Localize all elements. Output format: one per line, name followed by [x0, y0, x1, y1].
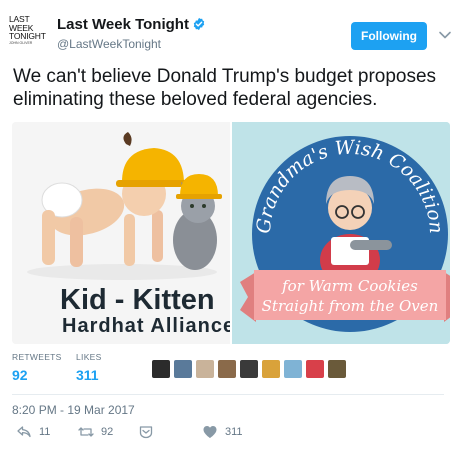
direct-message-icon[interactable]: [138, 424, 154, 440]
liker-avatar[interactable]: [196, 360, 214, 378]
avatar-subtext: JOHN OLIVER: [9, 40, 33, 45]
tweet-actions: 11 92 311: [12, 424, 442, 444]
likes-count[interactable]: 311: [76, 367, 102, 383]
verified-badge-icon: [193, 17, 205, 31]
liker-avatar[interactable]: [240, 360, 258, 378]
like-count: 311: [225, 426, 243, 438]
grandma-illustration: Grandma's Wish Coalition for Warm Cookie…: [232, 122, 450, 344]
author-name-row[interactable]: Last Week Tonight: [57, 16, 206, 33]
retweet-count: 92: [101, 426, 114, 438]
likes-stat[interactable]: LIKES 311: [76, 352, 102, 383]
author-name[interactable]: Last Week Tonight: [57, 16, 189, 33]
banner-line-2: Straight from the Oven: [262, 297, 439, 315]
retweet-action[interactable]: 92: [78, 424, 113, 440]
reply-count: 11: [39, 426, 51, 438]
likes-label: LIKES: [76, 352, 102, 362]
likers-avatars: [152, 360, 350, 380]
media-image-kid-kitten[interactable]: Kid - Kitten Hardhat Alliance: [12, 122, 230, 344]
tweet-stats: RETWEETS 92 LIKES 311: [12, 352, 452, 392]
reply-action[interactable]: 11: [16, 424, 50, 440]
liker-avatar[interactable]: [284, 360, 302, 378]
banner-line-1: for Warm Cookies: [281, 277, 418, 295]
like-action[interactable]: 311: [202, 424, 243, 440]
liker-avatar[interactable]: [152, 360, 170, 378]
tweet-timestamp[interactable]: 8:20 PM - 19 Mar 2017: [12, 403, 135, 417]
liker-avatar[interactable]: [328, 360, 346, 378]
following-button[interactable]: Following: [351, 22, 427, 50]
kid-kitten-subtitle: Hardhat Alliance: [62, 315, 230, 337]
kid-kitten-title: Kid - Kitten: [60, 284, 215, 316]
divider: [12, 394, 444, 395]
retweet-icon[interactable]: [78, 424, 94, 440]
retweets-stat[interactable]: RETWEETS 92: [12, 352, 62, 383]
direct-message-action[interactable]: [138, 424, 154, 440]
tweet-text: We can't believe Donald Trump's budget p…: [13, 66, 437, 110]
liker-avatar[interactable]: [262, 360, 280, 378]
avatar-text-3: TONIGHT: [9, 31, 46, 41]
retweets-count[interactable]: 92: [12, 367, 62, 383]
author-handle[interactable]: @LastWeekTonight: [57, 37, 161, 51]
tweet-media[interactable]: Kid - Kitten Hardhat Alliance Grandma's …: [12, 122, 450, 344]
heart-icon[interactable]: [202, 424, 218, 440]
avatar[interactable]: LAST WEEK TONIGHT JOHN OLIVER: [9, 15, 46, 51]
liker-avatar[interactable]: [218, 360, 236, 378]
chevron-down-icon[interactable]: [438, 28, 452, 42]
tweet-header: LAST WEEK TONIGHT JOHN OLIVER Last Week …: [0, 0, 455, 60]
reply-icon[interactable]: [16, 424, 32, 440]
media-image-grandma[interactable]: Grandma's Wish Coalition for Warm Cookie…: [232, 122, 450, 344]
liker-avatar[interactable]: [174, 360, 192, 378]
liker-avatar[interactable]: [306, 360, 324, 378]
retweets-label: RETWEETS: [12, 352, 62, 362]
